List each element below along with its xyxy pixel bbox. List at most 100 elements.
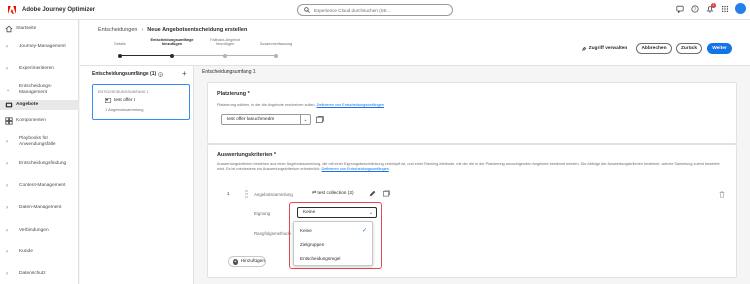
step-dot-decision-scopes [170, 53, 174, 58]
sidebar-item-label: Entscheidungs-Management [19, 84, 53, 95]
chevron-down-icon: ⌄ [6, 87, 11, 93]
placement-description: Platzierung wählen, in der die Angebote … [217, 103, 384, 108]
sidebar-item-connections[interactable]: › Verbindungen [0, 226, 79, 236]
placement-select-value: test offer lanuchmedm [227, 117, 275, 122]
chevron-right-icon: › [6, 228, 8, 234]
chevron-right-icon: › [6, 249, 8, 255]
sidebar-item-content-management[interactable]: › Content-Management [0, 181, 79, 191]
collection-label: Angebotssammlung [254, 192, 293, 197]
step-dot-fallback-offer [223, 53, 227, 58]
required-mark: * [273, 152, 277, 158]
collection-value-text: test collection (2) [317, 191, 354, 196]
search-input[interactable]: Experience Cloud durchsuchen (Str... [297, 4, 453, 16]
edit-pencil-icon[interactable] [369, 190, 376, 197]
chevron-right-icon: › [6, 139, 8, 145]
adobe-logo-icon[interactable] [8, 5, 16, 14]
help-icon[interactable]: ? [690, 4, 700, 14]
decision-scopes-header: Entscheidungsumfänge (1) ? [92, 71, 163, 77]
chevron-right-icon: › [6, 161, 8, 167]
components-icon [5, 117, 13, 125]
criteria-row-number: 1 [227, 191, 230, 196]
placement-heading: Platzierung * [217, 91, 250, 97]
app-title[interactable]: Adobe Journey Optimizer [22, 7, 95, 13]
step-summary: Zusammenfassung [259, 42, 293, 46]
add-scope-plus-icon[interactable]: + [182, 69, 187, 78]
add-criteria-button[interactable]: + Hinzufügen [228, 256, 266, 267]
drag-handle-icon[interactable] [245, 190, 248, 198]
option-label: Keine [300, 227, 312, 233]
back-button[interactable]: Zurück [676, 43, 702, 54]
chat-icon[interactable] [675, 4, 685, 14]
manage-access-icon [581, 46, 586, 51]
dropdown-option-none[interactable]: Keine ✓ [294, 224, 372, 236]
collection-value[interactable]: ⇄ test collection (2) [312, 191, 354, 196]
evaluation-heading-text: Auswertungskriterien [217, 152, 273, 158]
sidebar-item-journey-management[interactable]: › Journey-Management [0, 42, 79, 52]
search-placeholder: Experience Cloud durchsuchen (Str... [314, 7, 391, 13]
delete-trash-icon[interactable] [719, 191, 725, 198]
sidebar-item-label: Angebote [16, 102, 39, 107]
ranking-label: Rangfolgemethode [254, 231, 292, 236]
sidebar-item-home[interactable]: Startseite [0, 24, 79, 34]
scope-card-caption: ENTSCHEIDUNGSUMFANG 1 [98, 90, 149, 94]
home-icon [5, 25, 13, 33]
sidebar-item-offers[interactable]: Angebote [0, 100, 79, 110]
scope-editor-title: Entscheidungsumfang 1 [202, 69, 256, 75]
sidebar-item-label: Verbindungen [19, 228, 49, 233]
step-decision-scopes: Entscheidungsumfänge hinzufügen [150, 38, 194, 47]
step-dot-summary [274, 53, 278, 58]
placement-browse-icon[interactable] [316, 116, 324, 123]
sidebar-item-playbooks[interactable]: › Playbooks für Anwendungsfälle [0, 135, 79, 149]
step-fallback-offer: Fallback-Angebot hinzufügen [210, 38, 240, 47]
svg-text:?: ? [160, 72, 162, 76]
sidebar-item-privacy[interactable]: › Datenschutz [0, 269, 79, 279]
page-header: Entscheidungen › Neue Angebotsentscheidu… [80, 20, 750, 66]
notifications-bell-icon[interactable]: 2 [705, 2, 716, 14]
apps-grid-icon[interactable] [720, 4, 730, 14]
next-button[interactable]: Weiter [707, 43, 732, 54]
dropdown-option-audiences[interactable]: Zielgruppen [294, 238, 372, 250]
svg-text:?: ? [694, 6, 697, 11]
placement-help-link[interactable]: Definieren von Entscheidungsumfängen [317, 103, 384, 107]
chevron-right-icon: › [6, 183, 8, 189]
breadcrumb-parent[interactable]: Entscheidungen [98, 27, 137, 33]
sidebar-item-components[interactable]: Komponenten [0, 116, 79, 126]
sidebar-item-customer[interactable]: › Kunde [0, 247, 79, 257]
scope-card-subtitle: 1 Angebotssammlung [105, 107, 144, 112]
sidebar-item-experimentation[interactable]: › Experimentieren [0, 64, 79, 74]
required-mark: * [247, 91, 250, 97]
placement-select[interactable]: test offer lanuchmedm ⌄ [221, 114, 311, 125]
chevron-right-icon: › [6, 66, 8, 72]
scope-card-name: test offer I [105, 98, 135, 103]
user-avatar[interactable] [735, 3, 746, 14]
eligibility-select[interactable]: Keine ⌄ [297, 207, 377, 218]
scope-card-name-text: test offer I [114, 98, 136, 103]
step-details: Details [114, 42, 126, 46]
sidebar-item-label: Content-Management [19, 183, 66, 188]
notification-badge: 2 [711, 2, 716, 8]
placement-icon [105, 98, 111, 103]
collection-link-icon: ⇄ [312, 191, 317, 196]
chevron-right-icon: › [6, 271, 8, 277]
top-bar: Adobe Journey Optimizer Experience Cloud… [0, 0, 750, 20]
sidebar-item-data-management[interactable]: › Daten-Management [0, 203, 79, 213]
chevron-right-icon: › [6, 205, 8, 211]
eligibility-select-value: Keine [303, 210, 316, 215]
dropdown-option-decision-rule[interactable]: Entscheidungsregel [294, 252, 372, 264]
evaluation-help-link[interactable]: Definieren von Entscheidungsumfängen [321, 167, 388, 171]
sidebar-item-decisioning[interactable]: › Entscheidungsfindung [0, 159, 79, 169]
manage-access-button[interactable]: Zugriff verwalten [576, 43, 632, 54]
sidebar-item-label: Journey-Management [19, 44, 66, 49]
sidebar-item-decision-management[interactable]: ⌄ Entscheidungs-Management [0, 83, 79, 97]
chevron-right-icon: › [6, 44, 8, 50]
manage-access-label: Zugriff verwalten [588, 46, 628, 51]
eligibility-label: Eignung [254, 211, 271, 216]
cancel-button[interactable]: Abbrechen [636, 43, 672, 54]
search-icon [304, 7, 310, 13]
option-label: Entscheidungsregel [300, 255, 341, 261]
decision-scope-card[interactable]: ENTSCHEIDUNGSUMFANG 1 test offer I 1 Ang… [92, 84, 190, 120]
breadcrumb-separator: › [141, 27, 144, 33]
info-icon[interactable]: ? [158, 71, 163, 77]
evaluation-description: Auswertungskriterien bestehen aus einer … [217, 162, 727, 172]
collection-browse-icon[interactable] [383, 190, 390, 197]
